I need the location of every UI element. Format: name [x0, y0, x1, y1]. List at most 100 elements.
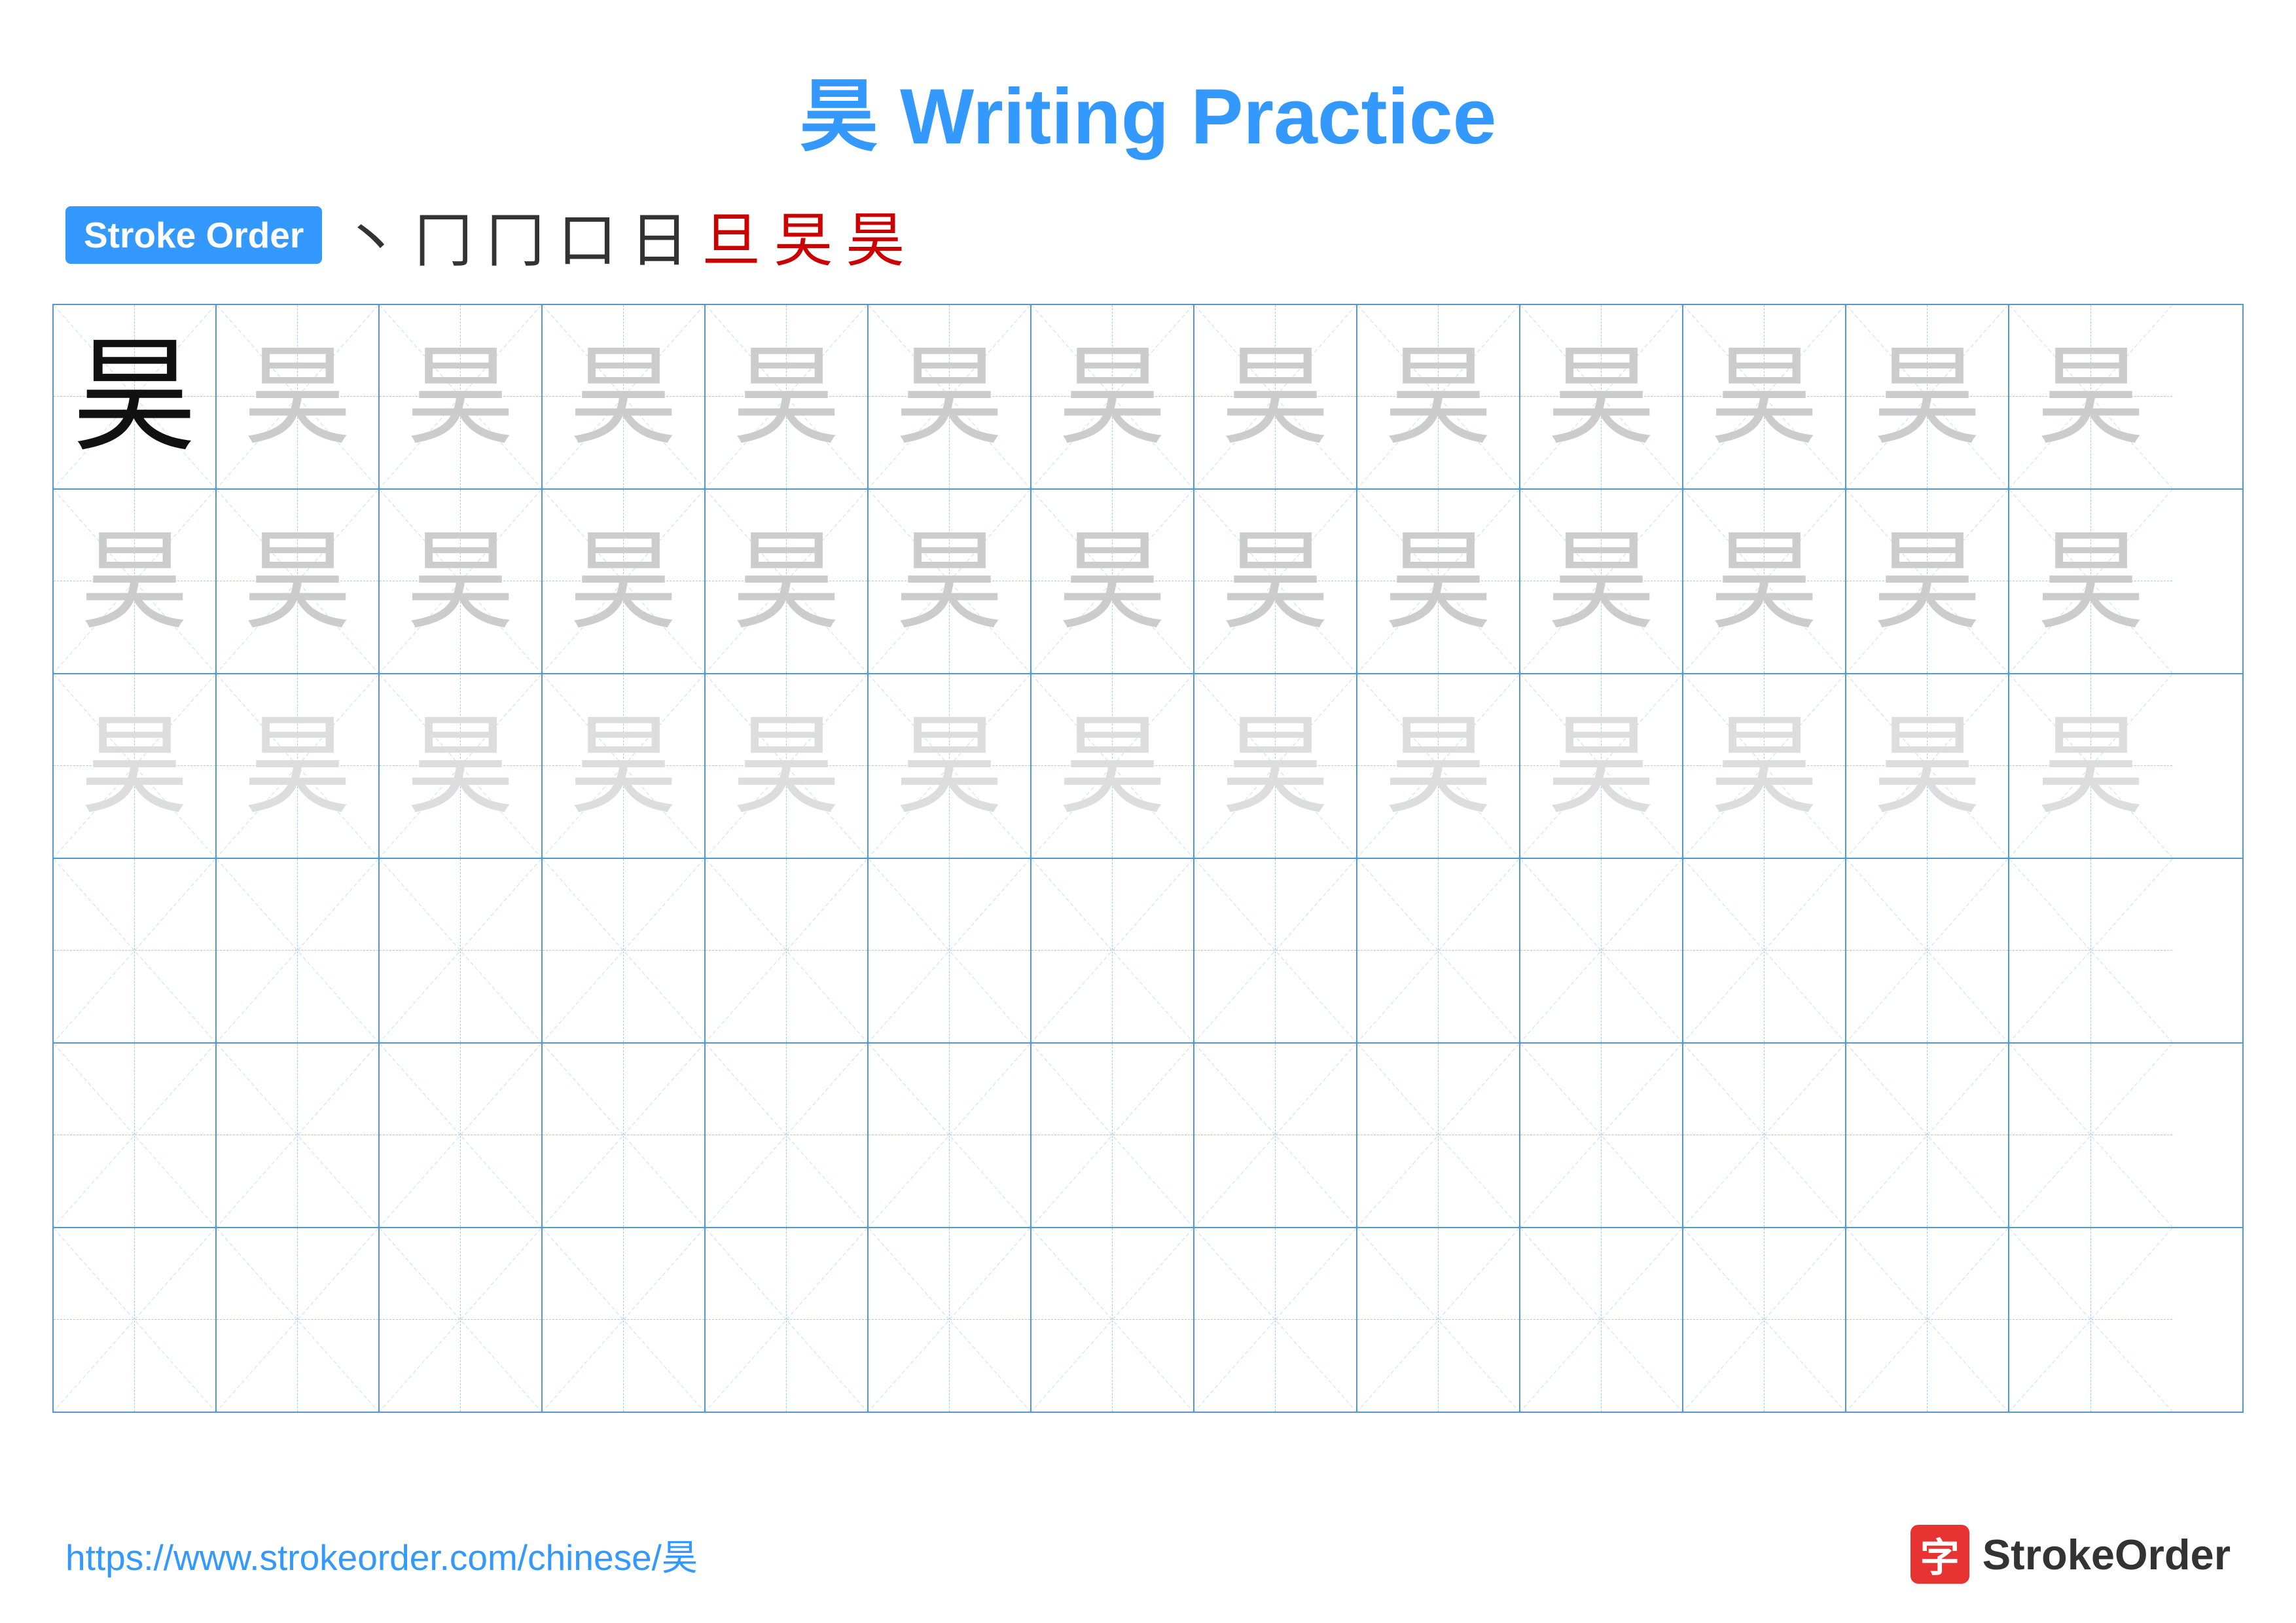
practice-char: 昊	[1384, 528, 1492, 636]
practice-char: 昊	[895, 528, 1003, 636]
practice-char: 昊	[1547, 528, 1655, 636]
grid-cell[interactable]: 昊	[380, 305, 543, 488]
practice-char: 昊	[569, 712, 677, 820]
practice-char: 昊	[406, 343, 514, 451]
grid-cell[interactable]	[2009, 1228, 2172, 1412]
grid-cell[interactable]: 昊	[869, 305, 1031, 488]
grid-cell[interactable]: 昊	[1357, 490, 1520, 673]
grid-cell[interactable]: 昊	[380, 674, 543, 858]
grid-cell[interactable]: 昊	[1520, 490, 1683, 673]
grid-cell[interactable]: 昊	[380, 490, 543, 673]
practice-char: 昊	[732, 712, 840, 820]
grid-cell[interactable]	[1357, 859, 1520, 1042]
grid-cell[interactable]: 昊	[1194, 674, 1357, 858]
grid-cell[interactable]: 昊	[1031, 674, 1194, 858]
grid-cell[interactable]	[1846, 859, 2009, 1042]
grid-cell[interactable]	[54, 1044, 217, 1227]
grid-cell[interactable]: 昊	[1031, 305, 1194, 488]
grid-cell[interactable]	[706, 1228, 869, 1412]
grid-cell[interactable]: 昊	[1520, 674, 1683, 858]
grid-cell[interactable]: 昊	[54, 674, 217, 858]
grid-cell[interactable]	[217, 859, 380, 1042]
grid-cell[interactable]	[1031, 859, 1194, 1042]
grid-cell[interactable]: 昊	[543, 490, 706, 673]
grid-cell[interactable]: 昊	[869, 490, 1031, 673]
grid-cell[interactable]: 昊	[706, 490, 869, 673]
grid-cell[interactable]	[2009, 1044, 2172, 1227]
grid-cell[interactable]	[380, 1228, 543, 1412]
grid-cell[interactable]	[1846, 1044, 2009, 1227]
grid-cell[interactable]: 昊	[543, 305, 706, 488]
grid-cell[interactable]: 昊	[1846, 674, 2009, 858]
grid-cell[interactable]	[869, 1228, 1031, 1412]
logo-icon: 字	[1910, 1525, 1969, 1584]
stroke-6: 旦	[702, 192, 761, 278]
grid-cell[interactable]	[54, 859, 217, 1042]
grid-cell[interactable]: 昊	[543, 674, 706, 858]
grid-cell[interactable]	[2009, 859, 2172, 1042]
footer-url[interactable]: https://www.strokeorder.com/chinese/昊	[65, 1528, 698, 1580]
grid-cell[interactable]: 昊	[2009, 305, 2172, 488]
grid-cell[interactable]: 昊	[217, 490, 380, 673]
grid-cell[interactable]: 昊	[2009, 490, 2172, 673]
grid-cell[interactable]	[380, 1044, 543, 1227]
grid-cell[interactable]	[217, 1228, 380, 1412]
grid-cell[interactable]	[1194, 1228, 1357, 1412]
grid-cell[interactable]: 昊	[1683, 305, 1846, 488]
practice-char: 昊	[1547, 712, 1655, 820]
grid-cell[interactable]: 昊	[54, 305, 217, 488]
grid-cell[interactable]: 昊	[217, 305, 380, 488]
grid-cell[interactable]	[543, 1228, 706, 1412]
grid-cell[interactable]	[1357, 1044, 1520, 1227]
stroke-5: 日	[630, 192, 689, 278]
grid-cell[interactable]: 昊	[1357, 674, 1520, 858]
grid-cell[interactable]	[217, 1044, 380, 1227]
practice-char: 昊	[243, 528, 351, 636]
grid-cell[interactable]	[54, 1228, 217, 1412]
grid-cell[interactable]	[1846, 1228, 2009, 1412]
grid-cell[interactable]	[706, 1044, 869, 1227]
grid-cell[interactable]	[1194, 1044, 1357, 1227]
grid-cell[interactable]	[1194, 859, 1357, 1042]
grid-row-1: 昊昊昊昊昊昊昊昊昊昊昊昊昊	[54, 490, 2242, 674]
grid-cell[interactable]	[1520, 859, 1683, 1042]
grid-cell[interactable]	[1683, 859, 1846, 1042]
grid-cell[interactable]: 昊	[1357, 305, 1520, 488]
grid-cell[interactable]: 昊	[1194, 305, 1357, 488]
practice-char: 昊	[1058, 712, 1166, 820]
grid-cell[interactable]: 昊	[54, 490, 217, 673]
grid-row-4	[54, 1044, 2242, 1228]
grid-cell[interactable]: 昊	[1846, 490, 2009, 673]
grid-cell[interactable]: 昊	[1846, 305, 2009, 488]
grid-cell[interactable]	[1683, 1228, 1846, 1412]
grid-cell[interactable]	[543, 859, 706, 1042]
grid-cell[interactable]: 昊	[869, 674, 1031, 858]
grid-cell[interactable]: 昊	[1683, 490, 1846, 673]
grid-cell[interactable]	[1520, 1044, 1683, 1227]
stroke-3: 冂	[486, 192, 545, 278]
grid-cell[interactable]	[1031, 1228, 1194, 1412]
practice-char: 昊	[1384, 712, 1492, 820]
grid-cell[interactable]: 昊	[1194, 490, 1357, 673]
grid-cell[interactable]	[869, 859, 1031, 1042]
grid-cell[interactable]: 昊	[217, 674, 380, 858]
grid-cell[interactable]	[1357, 1228, 1520, 1412]
grid-cell[interactable]: 昊	[1520, 305, 1683, 488]
grid-cell[interactable]	[1520, 1228, 1683, 1412]
grid-row-3	[54, 859, 2242, 1044]
grid-cell[interactable]	[706, 859, 869, 1042]
grid-cell[interactable]: 昊	[706, 674, 869, 858]
grid-cell[interactable]	[1031, 1044, 1194, 1227]
grid-cell[interactable]	[1683, 1044, 1846, 1227]
grid-cell[interactable]	[543, 1044, 706, 1227]
practice-char: 昊	[2037, 712, 2145, 820]
stroke-8: 昊	[846, 192, 905, 278]
grid-cell[interactable]: 昊	[1683, 674, 1846, 858]
grid-cell[interactable]	[869, 1044, 1031, 1227]
grid-cell[interactable]	[380, 859, 543, 1042]
grid-cell[interactable]: 昊	[1031, 490, 1194, 673]
grid-cell[interactable]: 昊	[706, 305, 869, 488]
title-text: Writing Practice	[878, 73, 1497, 160]
grid-cell[interactable]: 昊	[2009, 674, 2172, 858]
practice-char: 昊	[1710, 712, 1818, 820]
